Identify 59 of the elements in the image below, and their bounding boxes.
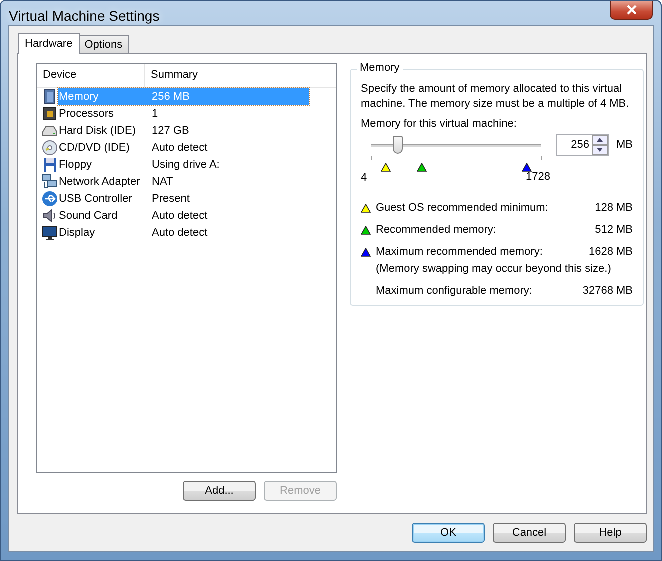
device-name: Memory — [59, 90, 100, 102]
description-text: Specify the amount of memory allocated to this virtual machine. The memory size must be a multiple of 4 MB. — [361, 82, 630, 112]
min-label: 4 — [361, 172, 368, 184]
group-title: Memory — [357, 62, 403, 74]
device-summary: 127 GB — [152, 124, 190, 136]
device-summary: NAT — [152, 176, 174, 188]
device-summary: Auto detect — [152, 210, 208, 222]
max-configurable-label: Maximum configurable memory: — [376, 285, 534, 297]
device-summary: 1 — [152, 108, 158, 120]
usb-icon — [42, 190, 58, 206]
dialog-button[interactable]: OK — [412, 523, 485, 543]
device-name: Sound Card — [59, 210, 119, 222]
device-summary: Present — [152, 192, 190, 204]
legend-value: 512 MB — [595, 224, 633, 236]
legend-label: Maximum recommended memory: — [376, 246, 544, 258]
memory-chip-icon — [42, 88, 58, 104]
legend-value: 1628 MB — [588, 246, 633, 258]
tab[interactable]: Options — [78, 35, 129, 53]
max-label: 1728 — [526, 171, 550, 183]
disc-icon — [42, 140, 58, 156]
device-name: CD/DVD (IDE) — [59, 142, 131, 154]
device-name: Display — [59, 226, 96, 238]
device-name: USB Controller — [59, 192, 134, 204]
add-button[interactable]: Add... — [183, 481, 256, 501]
tab[interactable]: Hardware — [18, 33, 80, 54]
device-summary: Auto detect — [152, 226, 208, 238]
slider-label: Memory for this virtual machine: — [361, 118, 518, 130]
legend-label: Guest OS recommended minimum: — [376, 202, 550, 214]
device-name: Hard Disk (IDE) — [59, 124, 138, 136]
network-computers-icon — [42, 174, 58, 190]
dialog-button[interactable]: Cancel — [493, 523, 566, 543]
device-summary: Using drive A: — [152, 158, 220, 170]
device-summary: Auto detect — [152, 142, 208, 154]
device-row[interactable]: Processors 1 — [58, 105, 309, 122]
device-row[interactable]: CD/DVD (IDE) Auto detect — [58, 139, 309, 156]
close-icon — [626, 5, 638, 15]
speaker-icon — [42, 208, 58, 224]
monitor-icon — [42, 224, 58, 240]
device-name: Processors — [59, 108, 116, 120]
device-name: Network Adapter — [59, 176, 142, 188]
device-row[interactable]: Hard Disk (IDE) 127 GB — [58, 122, 309, 139]
device-row[interactable]: Network Adapter NAT — [58, 173, 309, 190]
dialog-button[interactable]: Help — [574, 523, 647, 543]
legend-value: 128 MB — [595, 202, 633, 214]
device-row[interactable]: Floppy Using drive A: — [58, 156, 309, 173]
note-text: (Memory swapping may occur beyond this size.) — [376, 263, 612, 275]
unit-label: MB — [616, 139, 633, 151]
max-configurable-value: 32768 MB — [582, 285, 633, 297]
window-title: Virtual Machine Settings — [9, 8, 160, 24]
processor-chip-icon — [42, 106, 58, 122]
device-row[interactable]: Sound Card Auto detect — [58, 207, 309, 224]
slider-thumb[interactable] — [392, 136, 403, 154]
device-summary: 256 MB — [152, 90, 190, 102]
legend-label: Recommended memory: — [376, 224, 498, 236]
close-button[interactable] — [610, 1, 653, 20]
device-row[interactable]: Display Auto detect — [58, 224, 309, 241]
column-header[interactable]: Summary — [145, 64, 336, 87]
device-name: Floppy — [59, 158, 94, 170]
device-row[interactable]: USB Controller Present — [58, 190, 309, 207]
